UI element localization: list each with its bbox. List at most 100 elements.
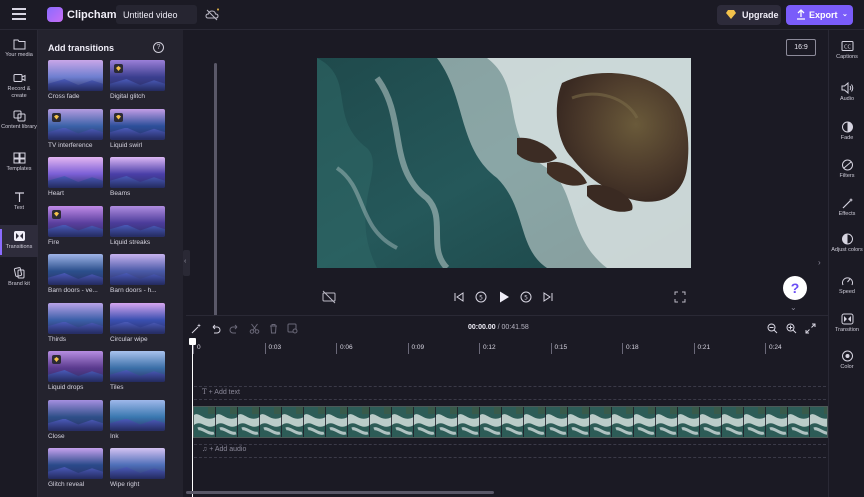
tile-thumbnail [110,176,165,188]
filters-icon [841,159,853,171]
transition-tile[interactable] [110,254,165,285]
transition-tile[interactable] [48,302,103,334]
property-adjust-colors[interactable]: Adjust colors [829,233,864,254]
sidebar-item-record-create[interactable]: Record & create [0,72,38,99]
chevron-down-icon: ⌄ [842,11,848,18]
timeline-scrollbar[interactable] [186,491,494,494]
forward-5s-icon[interactable]: 5 [519,290,533,304]
save-frame-icon[interactable] [287,323,298,334]
transition-tile[interactable] [48,205,103,237]
property-speed[interactable]: Speed [829,275,864,296]
transition-tile[interactable] [48,351,103,382]
transition-tile[interactable] [48,254,103,285]
text-icon [14,192,24,202]
transition-label: Ink [110,432,119,440]
aspect-ratio-button[interactable]: 16:9 [786,39,816,56]
premium-icon [114,112,123,122]
captions-off-icon[interactable] [322,290,336,304]
transition-label: Liquid swirl [110,141,143,149]
property-effects[interactable]: Effects [829,197,864,218]
transition-tile[interactable] [110,60,165,91]
transition-tile[interactable] [110,351,165,382]
text-track[interactable]: T + Add text [194,386,826,400]
export-button[interactable]: Export ⌄ [786,5,853,25]
transitions-icon [13,231,25,241]
menu-icon[interactable] [12,8,26,20]
svg-text:5: 5 [524,295,528,302]
help-button[interactable]: ? [783,276,807,300]
video-clip[interactable] [193,406,828,438]
transition-label: Circular wipe [110,335,148,343]
undo-icon[interactable] [210,323,221,334]
transition-label: Digital glitch [110,93,146,100]
transition-label: Beams [110,190,131,197]
tile-thumbnail [48,467,103,479]
transition-tile[interactable] [110,302,165,334]
upgrade-button[interactable]: Upgrade [717,5,781,25]
audio-track[interactable]: ♫ + Add audio [194,444,826,458]
skip-back-icon[interactable] [452,290,466,304]
property-audio[interactable]: Audio [829,82,864,103]
play-icon[interactable] [497,290,511,304]
add-text-label: + Add text [208,389,240,396]
property-captions[interactable]: CC Captions [829,40,864,61]
transition-tile[interactable] [48,399,103,431]
cloud-off-icon[interactable] [205,8,219,22]
video-title-input[interactable]: Untitled video [116,5,197,24]
magic-icon[interactable] [191,323,202,334]
tile-thumbnail [110,418,165,431]
zoom-in-icon[interactable] [786,323,797,334]
property-color[interactable]: Color [829,350,864,371]
sidebar-item-content-library[interactable]: Content library [0,110,38,131]
video-preview[interactable] [317,58,691,268]
transition-tile[interactable] [110,205,165,237]
zoom-out-icon[interactable] [767,323,778,334]
camera-icon [13,74,25,82]
delete-icon[interactable] [268,323,279,334]
property-label: Fade [840,135,854,141]
transition-tile[interactable] [110,157,165,188]
timeline-ruler[interactable]: 0 0:03 0:06 0:09 0:12 0:15 0:18 0:21 0:24 [186,343,828,355]
transition-label: TV interference [48,141,93,149]
transition-tile[interactable] [110,399,165,431]
transition-tile[interactable] [48,448,103,479]
chevron-down-icon: ⌄ [790,303,797,312]
help-icon[interactable]: ? [153,42,164,53]
skip-forward-icon[interactable] [541,290,555,304]
property-filters[interactable]: Filters [829,159,864,180]
property-transition[interactable]: Transition [829,313,864,334]
transition-tile[interactable] [110,448,165,479]
sidebar-item-label: Transitions [5,244,33,250]
scissors-icon[interactable] [249,323,260,334]
transition-tile[interactable] [48,60,103,91]
property-fade[interactable]: Fade [829,121,864,142]
premium-icon [114,64,123,73]
transition-label: Tiles [110,384,124,391]
tile-thumbnail [48,176,103,188]
svg-text:CC: CC [844,45,851,51]
tile-thumbnail [48,370,103,382]
redo-icon[interactable] [229,323,240,334]
sidebar-item-brand-kit[interactable]: Brand kit [0,267,38,288]
chevron-right-icon[interactable]: › [818,258,821,267]
sidebar-item-templates[interactable]: Templates [0,152,38,173]
transition-tile[interactable] [48,157,103,188]
sidebar-item-your-media[interactable]: Your media [0,38,38,59]
transition-tile[interactable] [110,108,165,140]
playhead[interactable] [189,338,196,497]
sidebar-item-text[interactable]: Text [0,191,38,212]
fade-icon [841,121,853,133]
brand-kit-icon [13,267,24,279]
rewind-5s-icon[interactable]: 5 [474,290,488,304]
sidebar-item-transitions[interactable]: Transitions [0,225,38,257]
collapse-panel-button[interactable]: ‹ [183,250,190,276]
transition-tile[interactable] [48,108,103,140]
panel-scrollbar[interactable] [214,63,217,329]
tile-thumbnail [110,467,165,479]
transition-label: Liquid drops [48,384,84,391]
fit-timeline-icon[interactable] [805,323,816,334]
fullscreen-icon[interactable] [673,290,687,304]
right-sidebar: CC Captions Audio Fade Filters Effects A… [828,30,864,497]
ruler-tick: 0:12 [479,343,496,354]
speed-icon [841,277,853,286]
